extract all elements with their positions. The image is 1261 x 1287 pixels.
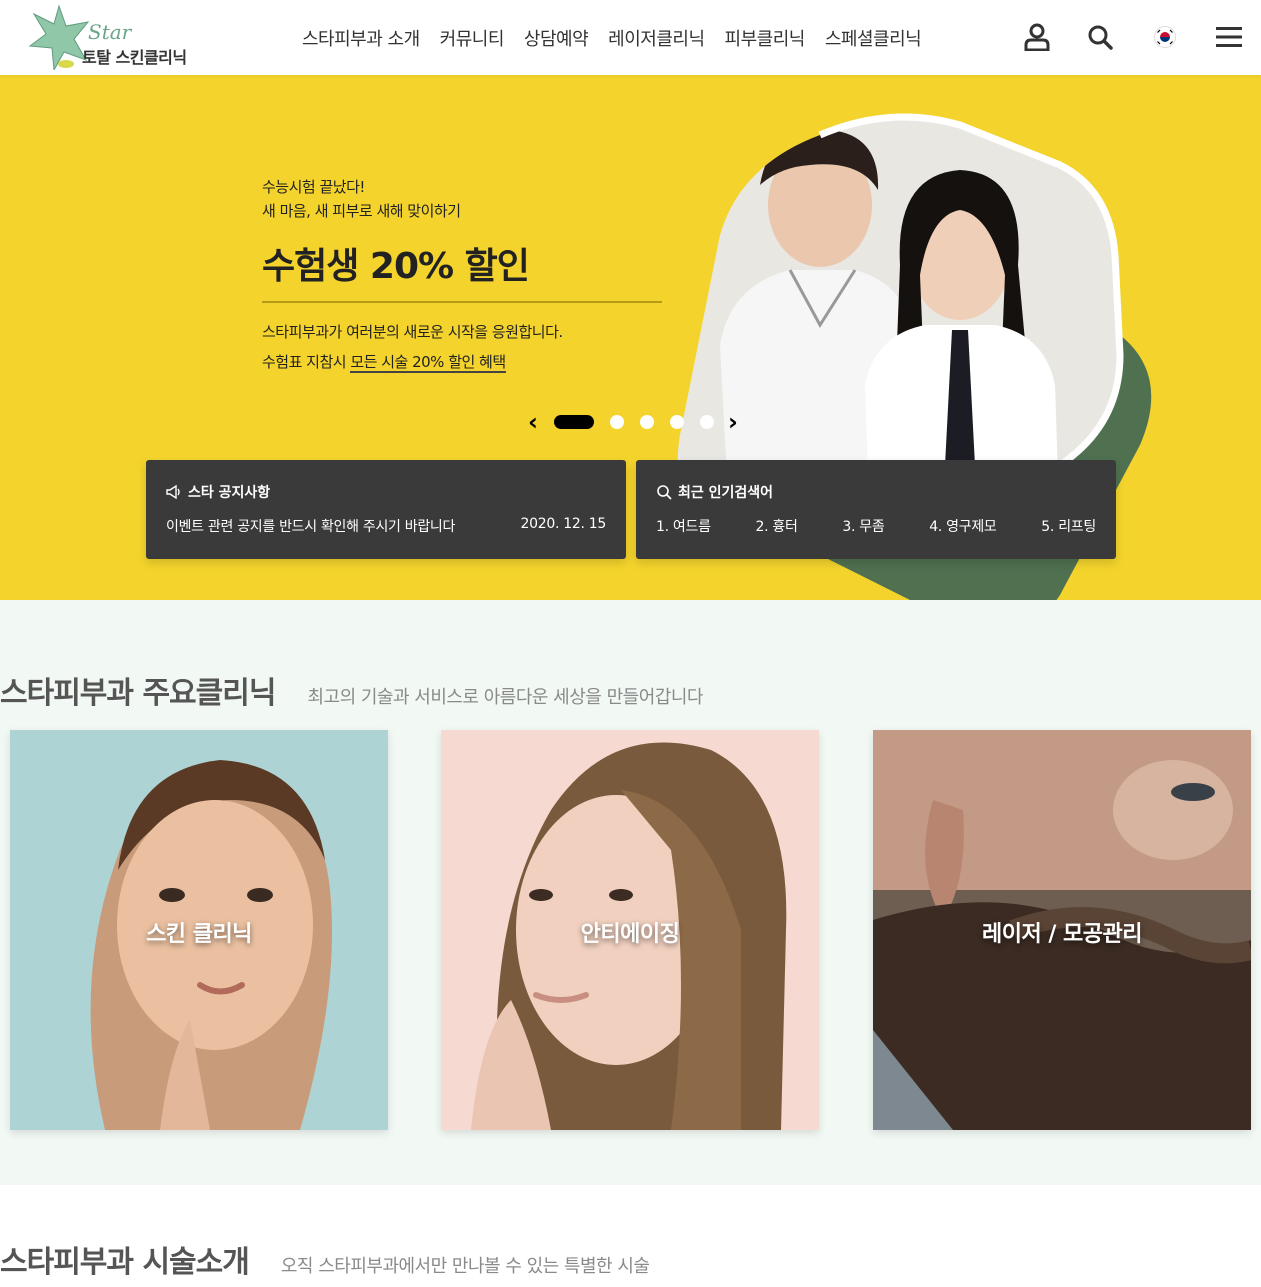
- chevron-right-icon[interactable]: ›: [722, 408, 744, 436]
- popular-keyword[interactable]: 1. 여드름: [656, 516, 711, 536]
- hero-subline-2: 새 마음, 새 피부로 새해 맞이하기: [262, 202, 461, 220]
- slider-dot-5[interactable]: [700, 415, 714, 429]
- clinic-card-antiaging[interactable]: 안티에이징: [441, 730, 819, 1130]
- hero-subline-1: 수능시험 끝났다!: [262, 178, 365, 196]
- hero-desc-line-1: 스타피부과가 여러분의 새로운 시작을 응원합니다.: [262, 323, 563, 341]
- hero-desc-line-2: 수험표 지참시 모든 시술 20% 할인 혜택: [262, 347, 682, 377]
- treatment-section-heading: 스타피부과 시술소개 오직 스타피부과에서만 만나볼 수 있는 특별한 시술: [0, 1237, 650, 1281]
- nav-item-laser-clinic[interactable]: 레이저클리닉: [598, 25, 714, 51]
- user-icon[interactable]: [1020, 20, 1054, 54]
- hero-copy: 수능시험 끝났다! 새 마음, 새 피부로 새해 맞이하기 수험생 20% 할인…: [262, 175, 682, 377]
- hero-desc: 스타피부과가 여러분의 새로운 시작을 응원합니다. 수험표 지참시 모든 시술…: [262, 317, 682, 377]
- hero-desc-emphasis: 모든 시술 20% 할인 혜택: [350, 353, 506, 373]
- hero-desc-prefix: 수험표 지참시: [262, 353, 351, 371]
- logo[interactable]: Star 토탈 스킨클리닉: [26, 2, 206, 72]
- notice-title-text: 스타 공지사항: [188, 485, 271, 501]
- notice-text[interactable]: 이벤트 관련 공지를 반드시 확인해 주시기 바랍니다: [166, 516, 455, 536]
- nav-item-special-clinic[interactable]: 스페셜클리닉: [815, 25, 931, 51]
- slider-dot-2[interactable]: [610, 415, 624, 429]
- nav-item-reservation[interactable]: 상담예약: [514, 25, 598, 51]
- search-icon[interactable]: [1083, 20, 1117, 54]
- nav-item-skin-clinic[interactable]: 피부클리닉: [715, 25, 815, 51]
- popular-title: 최근 인기검색어: [656, 482, 773, 502]
- treatment-section: 스타피부과 시술소개 오직 스타피부과에서만 만나볼 수 있는 특별한 시술: [0, 1185, 1261, 1287]
- korea-flag-icon[interactable]: [1148, 20, 1182, 54]
- popular-keyword[interactable]: 5. 리프팅: [1041, 516, 1096, 536]
- popular-title-text: 최근 인기검색어: [678, 485, 774, 501]
- slider-dot-3[interactable]: [640, 415, 654, 429]
- chevron-left-icon[interactable]: ‹: [522, 408, 544, 436]
- slider-dot-4[interactable]: [670, 415, 684, 429]
- clinic-section-heading: 스타피부과 주요클리닉 최고의 기술과 서비스로 아름다운 세상을 만들어갑니다: [0, 668, 703, 712]
- section-subtitle: 오직 스타피부과에서만 만나볼 수 있는 특별한 시술: [280, 1256, 650, 1277]
- popular-keywords: 1. 여드름 2. 흉터 3. 무좀 4. 영구제모 5. 리프팅: [656, 516, 1096, 536]
- site-header: Star 토탈 스킨클리닉 스타피부과 소개 커뮤니티 상담예약 레이저클리닉 …: [0, 0, 1261, 75]
- slider-dot-1[interactable]: [554, 415, 594, 429]
- section-subtitle: 최고의 기술과 서비스로 아름다운 세상을 만들어갑니다: [307, 687, 703, 708]
- hero-banner: 수능시험 끝났다! 새 마음, 새 피부로 새해 맞이하기 수험생 20% 할인…: [0, 75, 1261, 600]
- main-clinic-section: 스타피부과 주요클리닉 최고의 기술과 서비스로 아름다운 세상을 만들어갑니다…: [0, 600, 1261, 1185]
- megaphone-icon: [166, 485, 180, 499]
- notice-row: 이벤트 관련 공지를 반드시 확인해 주시기 바랍니다 2020. 12. 15: [166, 516, 606, 536]
- notice-date: 2020. 12. 15: [520, 516, 607, 532]
- main-nav: 스타피부과 소개 커뮤니티 상담예약 레이저클리닉 피부클리닉 스페셜클리닉: [292, 0, 931, 75]
- nav-item-about[interactable]: 스타피부과 소개: [292, 25, 430, 51]
- logo-text-ko: 토탈 스킨클리닉: [82, 48, 187, 67]
- search-icon: [657, 485, 672, 500]
- clinic-card-label: 안티에이징: [580, 922, 680, 947]
- clinic-card-laser[interactable]: 레이저 / 모공관리: [873, 730, 1251, 1130]
- menu-icon[interactable]: [1212, 20, 1246, 54]
- section-title: 스타피부과 시술소개: [0, 1245, 250, 1280]
- logo-text-en: Star: [88, 20, 132, 44]
- notice-panel[interactable]: 스타 공지사항 이벤트 관련 공지를 반드시 확인해 주시기 바랍니다 2020…: [146, 460, 626, 559]
- popular-search-panel: 최근 인기검색어 1. 여드름 2. 흉터 3. 무좀 4. 영구제모 5. 리…: [636, 460, 1116, 559]
- clinic-card-label: 스킨 클리닉: [146, 922, 252, 947]
- clinic-card-label: 레이저 / 모공관리: [981, 922, 1143, 947]
- notice-title: 스타 공지사항: [166, 482, 270, 502]
- clinic-card-skin[interactable]: 스킨 클리닉: [10, 730, 388, 1130]
- popular-keyword[interactable]: 4. 영구제모: [929, 516, 997, 536]
- nav-item-community[interactable]: 커뮤니티: [430, 25, 514, 51]
- popular-keyword[interactable]: 3. 무좀: [842, 516, 884, 536]
- hero-title: 수험생 20% 할인: [262, 237, 662, 303]
- section-title: 스타피부과 주요클리닉: [0, 676, 276, 711]
- popular-keyword[interactable]: 2. 흉터: [755, 516, 797, 536]
- hero-slider-controls: ‹ ›: [522, 408, 744, 436]
